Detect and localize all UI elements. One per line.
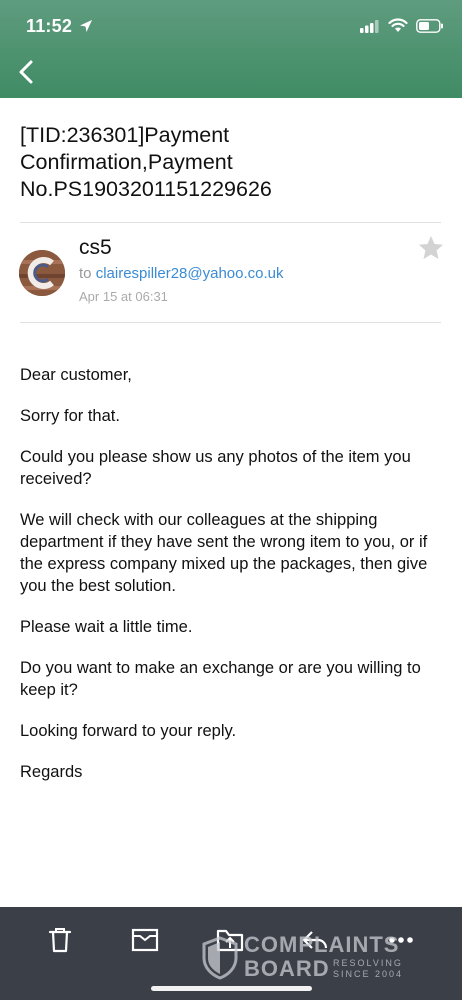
watermark-line1: COMPLAINTS: [244, 932, 400, 957]
status-time: 11:52: [26, 16, 73, 36]
sender-avatar[interactable]: [19, 250, 65, 296]
email-body: Dear customer, Sorry for that. Could you…: [20, 364, 450, 802]
trash-icon[interactable]: [45, 925, 75, 955]
app-header: 11:52: [0, 0, 462, 98]
star-icon[interactable]: [417, 234, 445, 262]
location-arrow-icon: [80, 20, 92, 32]
avatar-logo-icon: [19, 250, 65, 296]
email-subject: [TID:236301]Payment Confirmation,Payment…: [20, 123, 272, 201]
body-paragraph: Do you want to make an exchange or are y…: [20, 659, 421, 699]
watermark-tagline1: RESOLVING: [333, 958, 403, 968]
archive-icon[interactable]: [130, 925, 160, 955]
recipient-address[interactable]: clairespiller28@yahoo.co.uk: [96, 265, 284, 282]
wifi-icon: [388, 18, 408, 32]
divider: [20, 222, 441, 223]
watermark-tagline: RESOLVING SINCE 2004: [333, 958, 423, 980]
body-paragraph: Looking forward to your reply.: [20, 722, 237, 740]
email-date: Apr 15 at 06:31: [79, 289, 168, 304]
body-paragraph: Dear customer,: [20, 366, 132, 384]
body-paragraph: Regards: [20, 763, 83, 781]
to-prefix: to: [79, 265, 92, 282]
watermark-tagline2: SINCE 2004: [333, 969, 404, 979]
back-chevron-icon[interactable]: [12, 57, 42, 87]
home-indicator[interactable]: [151, 986, 312, 991]
signal-icon: [360, 19, 379, 33]
status-indicators: [360, 18, 444, 33]
sender-name[interactable]: cs5: [79, 236, 112, 260]
battery-icon: [416, 18, 443, 33]
divider: [20, 322, 441, 323]
body-paragraph: Could you please show us any photos of t…: [20, 448, 411, 488]
recipient-line: to clairespiller28@yahoo.co.uk: [79, 265, 284, 282]
shield-logo-icon: [202, 936, 238, 980]
body-paragraph: We will check with our colleagues at the…: [20, 511, 428, 595]
watermark-line2: BOARD: [244, 956, 330, 981]
complaintsboard-watermark: COMPLAINTS BOARD RESOLVING SINCE 2004: [200, 930, 420, 986]
body-paragraph: Sorry for that.: [20, 407, 120, 425]
body-paragraph: Please wait a little time.: [20, 618, 193, 636]
